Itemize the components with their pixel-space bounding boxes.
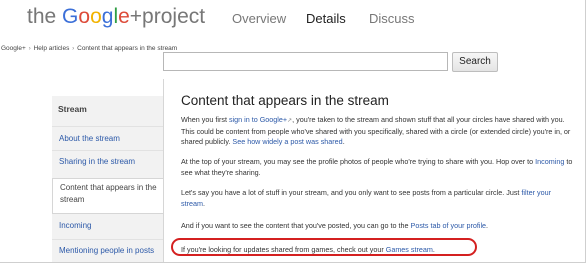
nav-details[interactable]: Details [306,11,346,26]
content-border [163,79,164,262]
posts-tab-link[interactable]: Posts tab of your profile [411,221,487,230]
breadcrumb-link-googleplus[interactable]: Google+ [1,45,26,52]
article-paragraph: At the top of your stream, you may see t… [181,157,576,178]
sidebar-divider [52,239,163,240]
paragraph-text: And if you want to see the content that … [181,221,411,230]
incoming-link[interactable]: Incoming [535,157,564,166]
breadcrumb: Google+ › Help articles › Content that a… [1,45,177,52]
header: the Google+project Overview Details Disc… [0,0,585,42]
article-title: Content that appears in the stream [181,93,389,108]
breadcrumb-separator: › [72,45,75,52]
sidebar-item-incoming[interactable]: Incoming [52,220,163,232]
sidebar-item-content-that-appears[interactable]: Content that appears in the stream [52,178,163,214]
search-button[interactable]: Search [452,52,498,72]
article-paragraph: Let's say you have a lot of stuff in you… [181,188,576,209]
breadcrumb-link-help-articles[interactable]: Help articles [34,45,70,52]
paragraph-text: When you first [181,115,229,124]
sidebar-item-about-the-stream[interactable]: About the stream [52,133,163,145]
nav-overview[interactable]: Overview [232,11,286,26]
paragraph-text: . [342,137,345,146]
breadcrumb-separator: › [28,45,31,52]
sidebar-divider [52,150,163,151]
browser-frame: the Google+project Overview Details Disc… [0,0,586,263]
top-nav: Overview Details Discuss [0,11,585,31]
sidebar-item-mentioning-people[interactable]: Mentioning people in posts [52,245,163,257]
breadcrumb-current: Content that appears in the stream [77,45,178,52]
paragraph-text: At the top of your stream, you may see t… [181,157,536,166]
see-how-widely-link[interactable]: See how widely a post was shared [232,137,342,146]
sidebar-title: Stream [58,104,87,114]
paragraph-text: . [202,198,205,208]
article-paragraph: When you first sign in to Google+↗, you'… [181,115,576,148]
sidebar-item-sharing-in-the-stream[interactable]: Sharing in the stream [52,156,163,168]
sign-in-link[interactable]: sign in to Google+ [229,115,287,124]
article-paragraph: And if you want to see the content that … [181,221,576,232]
highlight-annotation [171,238,477,256]
paragraph-text: . [486,221,489,230]
sidebar-divider [52,126,163,127]
paragraph-text: Let's say you have a lot of stuff in you… [181,188,522,197]
nav-discuss[interactable]: Discuss [369,11,415,26]
search-input[interactable] [163,52,448,71]
